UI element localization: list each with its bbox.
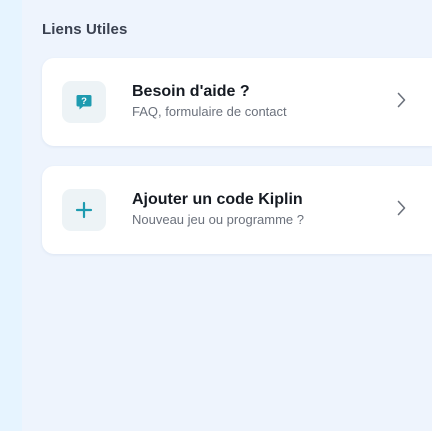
plus-icon xyxy=(75,201,93,219)
help-link-card[interactable]: ? Besoin d'aide ? FAQ, formulaire de con… xyxy=(42,58,432,146)
help-link-title: Besoin d'aide ? xyxy=(132,83,250,100)
help-link-subtitle: FAQ, formulaire de contact xyxy=(132,104,287,119)
section-title: Liens Utiles xyxy=(42,21,128,38)
add-code-link-title: Ajouter un code Kiplin xyxy=(132,191,303,208)
screen: Liens Utiles ? Besoin d'aide ? FAQ, form… xyxy=(0,0,432,431)
chevron-right-icon xyxy=(397,200,406,216)
add-code-icon-tile xyxy=(62,189,106,231)
add-code-link-card[interactable]: Ajouter un code Kiplin Nouveau jeu ou pr… xyxy=(42,166,432,254)
chevron-right-icon xyxy=(397,92,406,108)
help-chat-bubble-icon: ? xyxy=(76,95,92,110)
add-code-link-subtitle: Nouveau jeu ou programme ? xyxy=(132,212,304,227)
help-icon-tile: ? xyxy=(62,81,106,123)
left-background-strip xyxy=(0,0,22,431)
svg-text:?: ? xyxy=(81,96,87,107)
